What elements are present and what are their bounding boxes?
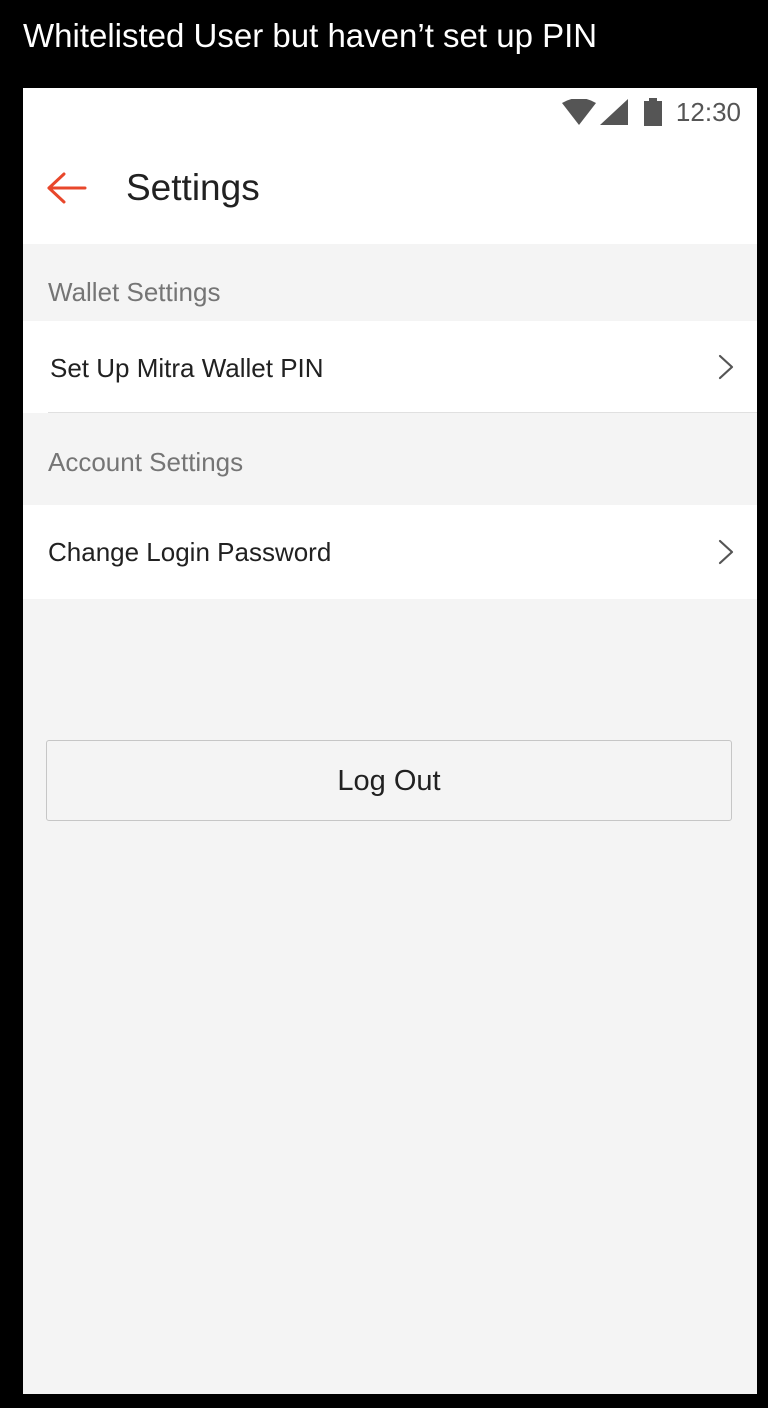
set-up-wallet-pin-row[interactable]: Set Up Mitra Wallet PIN <box>23 321 757 413</box>
app-bar: Settings <box>23 136 757 244</box>
change-login-password-row[interactable]: Change Login Password <box>23 505 757 599</box>
row-label: Change Login Password <box>48 537 332 567</box>
section-header-label: Account Settings <box>48 447 244 477</box>
row-label: Set Up Mitra Wallet PIN <box>50 353 324 383</box>
section-header-label: Wallet Settings <box>48 277 221 307</box>
status-time: 12:30 <box>675 97 741 127</box>
page-title: Settings <box>126 167 260 208</box>
arrow-left-icon <box>47 172 87 204</box>
signal-icon <box>599 99 628 125</box>
chevron-right-icon <box>718 539 734 565</box>
phone-screen: 12:30 Settings Wallet Settings Set Up Mi… <box>23 88 757 1394</box>
status-bar: 12:30 <box>23 88 757 136</box>
back-button[interactable] <box>37 160 97 216</box>
battery-icon <box>643 98 662 126</box>
section-header-wallet-settings: Wallet Settings <box>23 272 757 312</box>
row-divider <box>48 412 757 413</box>
section-header-account-settings: Account Settings <box>23 442 757 482</box>
status-icons: 12:30 <box>561 96 741 128</box>
log-out-button[interactable]: Log Out <box>46 740 732 821</box>
screen-caption: Whitelisted User but haven’t set up PIN <box>23 17 598 54</box>
chevron-right-icon <box>718 354 734 380</box>
wifi-icon <box>561 99 596 125</box>
